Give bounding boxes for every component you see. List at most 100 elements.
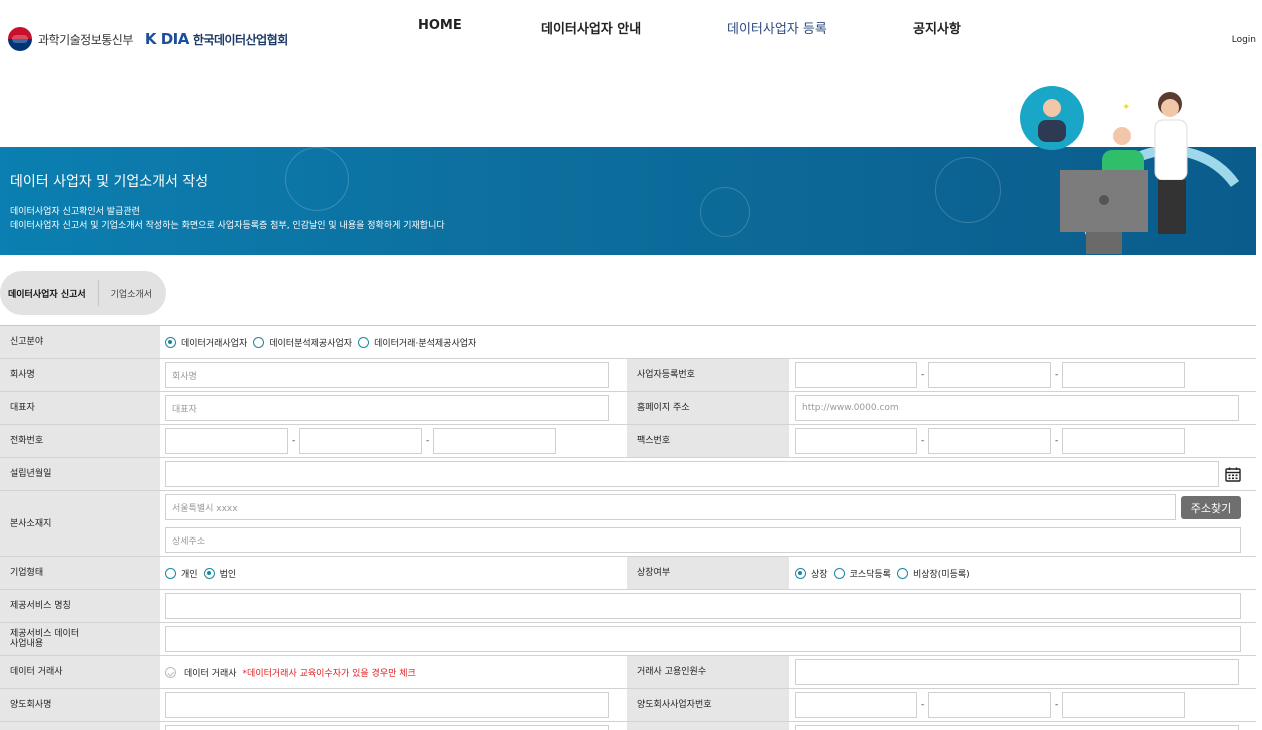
dash: - [921, 700, 925, 710]
cloud-decoration [285, 147, 349, 211]
label-broker-staff: 거래사 고용인원수 [627, 656, 789, 688]
service-name-input[interactable] [165, 593, 1241, 619]
calendar-icon[interactable] [1225, 467, 1241, 482]
broker-check-group: 데이터 거래사 *데이터거래사 교육이수자가 있을 경우만 체크 [165, 656, 416, 688]
next-row-input-right[interactable] [795, 725, 1239, 730]
broker-note: *데이터거래사 교육이수자가 있을 경우만 체크 [242, 668, 416, 679]
label-broker: 데이터 거래사 [0, 656, 160, 688]
radio-kosdaq[interactable] [833, 567, 845, 579]
transfer-biz-number-input-3[interactable] [1062, 692, 1185, 718]
nav-home[interactable]: HOME [418, 18, 462, 33]
transfer-company-input[interactable] [165, 692, 609, 718]
form-row-field: 신고분야 데이터거래사업자 데이터분석제공사업자 데이터거래·분석제공사업자 [0, 326, 1256, 359]
listing-radio-group: 상장 코스닥등록 비상장(미등록) [795, 557, 976, 589]
radio-label-individual: 개인 [181, 569, 198, 580]
form-row-phone: 전화번호 - - 팩스번호 - - [0, 425, 1256, 458]
radio-label-listed: 상장 [811, 569, 828, 580]
label-founded: 설립년월일 [0, 458, 160, 490]
dash: - [292, 436, 296, 446]
banner-title: 데이터 사업자 및 기업소개서 작성 [10, 174, 209, 190]
dash: - [426, 436, 430, 446]
fax-input-2[interactable] [928, 428, 1051, 454]
form-row-next [0, 722, 1256, 730]
address-input[interactable]: 서울특별시 xxxx [165, 494, 1176, 520]
label-address: 본사소재지 [0, 491, 160, 556]
form-row-broker: 데이터 거래사 데이터 거래사 *데이터거래사 교육이수자가 있을 경우만 체크… [0, 656, 1256, 689]
radio-data-trade[interactable] [165, 336, 176, 348]
address-detail-input[interactable]: 상세주소 [165, 527, 1241, 553]
page: 과학기술정보통신부 K DIA 한국데이터산업협회 HOME 데이터사업자 안내… [0, 0, 1262, 730]
radio-label-data-both: 데이터거래·분석제공사업자 [374, 338, 477, 349]
radio-individual[interactable] [165, 567, 176, 579]
fax-input-1[interactable] [795, 428, 917, 454]
radio-unlisted[interactable] [896, 567, 908, 579]
dash: - [1055, 700, 1059, 710]
form-row-company: 회사명 회사명 사업자등록번호 - - [0, 359, 1256, 392]
share-decoration [935, 157, 1001, 223]
label-ceo: 대표자 [0, 392, 160, 424]
banner-subtitle-2: 데이터사업자 신고서 및 기업소개서 작성하는 화면으로 사업자등록증 첨부, … [10, 221, 445, 231]
find-address-button[interactable]: 주소찾기 [1181, 496, 1241, 519]
header: 과학기술정보통신부 K DIA 한국데이터산업협회 HOME 데이터사업자 안내… [0, 0, 1262, 80]
ceo-input[interactable]: 대표자 [165, 395, 609, 421]
label-service-name: 제공서비스 명칭 [0, 590, 160, 622]
form-row-address: 본사소재지 서울특별시 xxxx 주소찾기 상세주소 [0, 491, 1256, 557]
form-row-service-name: 제공서비스 명칭 [0, 590, 1256, 623]
logo[interactable]: 과학기술정보통신부 K DIA 한국데이터산업협회 [8, 27, 288, 51]
form-row-founded: 설립년월일 [0, 458, 1256, 491]
label-next-right [627, 722, 789, 730]
form-row-ceo: 대표자 대표자 홈페이지 주소 http://www.0000.com [0, 392, 1256, 425]
field-radio-group: 데이터거래사업자 데이터분석제공사업자 데이터거래·분석제공사업자 [165, 326, 482, 358]
biz-number-input-1[interactable] [795, 362, 917, 388]
biz-number-input-2[interactable] [928, 362, 1051, 388]
label-next [0, 722, 160, 730]
nav-business-guide[interactable]: 데이터사업자 안내 [541, 18, 641, 37]
company-type-radio-group: 개인 법인 [165, 557, 242, 589]
broker-staff-input[interactable] [795, 659, 1239, 685]
phone-input-1[interactable] [165, 428, 288, 454]
dash: - [1055, 436, 1059, 446]
label-homepage: 홈페이지 주소 [627, 392, 789, 424]
tab-company-intro[interactable]: 기업소개서 [111, 287, 152, 300]
form-row-company-type: 기업형태 개인 법인 상장여부 상장 코스닥등록 비상장(미등록) [0, 557, 1256, 590]
biz-number-input-3[interactable] [1062, 362, 1185, 388]
svg-text:✦: ✦ [1122, 102, 1130, 113]
label-company-name: 회사명 [0, 359, 160, 391]
founded-date-input[interactable] [165, 461, 1219, 487]
form-row-service-desc: 제공서비스 데이터 사업내용 [0, 623, 1256, 656]
radio-label-corporation: 법인 [219, 569, 237, 580]
broker-checkbox[interactable] [165, 666, 176, 678]
label-service-desc: 제공서비스 데이터 사업내용 [0, 623, 160, 655]
label-field: 신고분야 [0, 326, 160, 358]
tab-divider [97, 280, 99, 306]
homepage-input[interactable]: http://www.0000.com [795, 395, 1239, 421]
label-service-desc-line1: 제공서비스 데이터 [10, 629, 80, 639]
phone-input-3[interactable] [433, 428, 556, 454]
login-link[interactable]: Login [1232, 35, 1256, 45]
label-phone: 전화번호 [0, 425, 160, 457]
fax-input-3[interactable] [1062, 428, 1185, 454]
tab-business-report[interactable]: 데이터사업자 신고서 [0, 287, 86, 300]
next-row-input[interactable] [165, 725, 609, 730]
radio-label-data-analysis: 데이터분석제공사업자 [269, 338, 353, 349]
nav-notice[interactable]: 공지사항 [913, 18, 961, 37]
dash: - [921, 436, 925, 446]
banner-subtitle-1: 데이터사업자 신고확인서 발급관련 [10, 207, 140, 217]
company-name-input[interactable]: 회사명 [165, 362, 609, 388]
label-listing: 상장여부 [627, 557, 789, 589]
radio-corporation[interactable] [203, 567, 215, 579]
label-company-type: 기업형태 [0, 557, 160, 589]
label-transfer-biz-number: 양도회사사업자번호 [627, 689, 789, 721]
service-desc-input[interactable] [165, 626, 1241, 652]
transfer-biz-number-input-2[interactable] [928, 692, 1051, 718]
form-row-transfer: 양도회사명 양도회사사업자번호 - - [0, 689, 1256, 722]
dash: - [1055, 370, 1059, 380]
phone-input-2[interactable] [299, 428, 422, 454]
circle-decoration [700, 187, 750, 237]
radio-listed[interactable] [795, 567, 806, 579]
radio-data-both[interactable] [358, 336, 370, 348]
nav-business-register[interactable]: 데이터사업자 등록 [727, 18, 827, 37]
registration-form: 신고분야 데이터거래사업자 데이터분석제공사업자 데이터거래·분석제공사업자 회… [0, 325, 1256, 730]
radio-data-analysis[interactable] [253, 336, 265, 348]
transfer-biz-number-input-1[interactable] [795, 692, 917, 718]
